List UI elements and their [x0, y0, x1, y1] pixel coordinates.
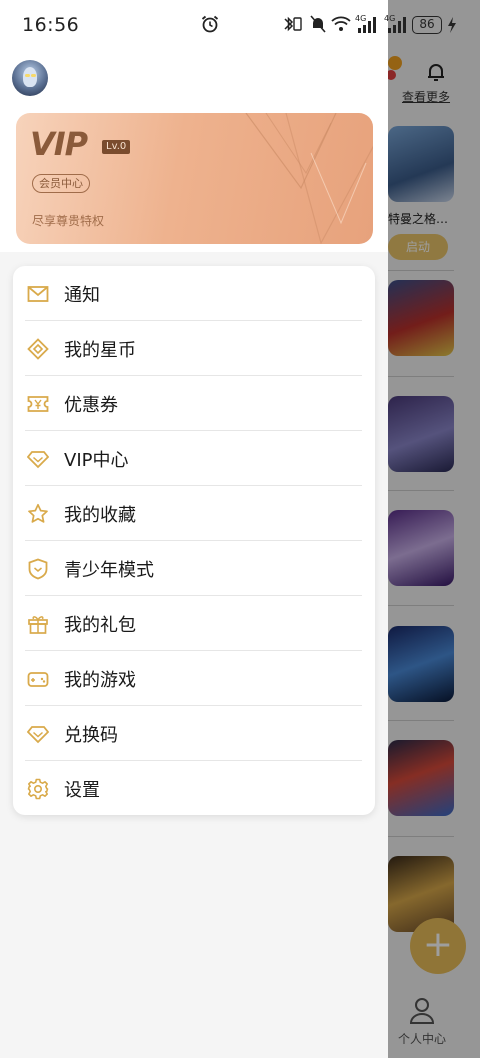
- menu-item-favorites[interactable]: 我的收藏: [13, 486, 375, 541]
- menu-item-label: 我的游戏: [64, 669, 136, 691]
- gear-icon: [27, 778, 49, 799]
- menu-item-coupons[interactable]: 优惠券: [13, 376, 375, 431]
- mail-icon: [27, 285, 49, 302]
- gift-icon: [28, 615, 48, 634]
- menu-item-label: VIP中心: [64, 449, 129, 471]
- bluetooth-icon: [284, 16, 302, 32]
- signal-icon: [358, 17, 376, 33]
- charging-icon: [448, 17, 456, 33]
- side-drawer: VIP Lv.0 会员中心 尽享尊贵特权 通知 我的星币 优惠券 VIP中心 我…: [0, 0, 388, 1058]
- menu-item-vip-center[interactable]: VIP中心: [13, 431, 375, 486]
- coupon-icon: [27, 395, 49, 412]
- menu-item-label: 通知: [64, 284, 100, 306]
- avatar[interactable]: [12, 60, 48, 96]
- vip-card[interactable]: VIP Lv.0 会员中心 尽享尊贵特权: [16, 113, 373, 244]
- menu-item-label: 优惠券: [64, 394, 118, 416]
- member-center-button[interactable]: 会员中心: [32, 174, 90, 193]
- menu-item-label: 我的收藏: [64, 504, 136, 526]
- shield-icon: [28, 558, 48, 579]
- menu-item-settings[interactable]: 设置: [13, 761, 375, 816]
- coin-icon: [27, 337, 49, 360]
- menu-item-notifications[interactable]: 通知: [13, 266, 375, 321]
- menu-item-label: 我的礼包: [64, 614, 136, 636]
- avatar-eye: [25, 74, 30, 77]
- vip-privilege-text: 尽享尊贵特权: [32, 214, 105, 228]
- menu-item-gift-packs[interactable]: 我的礼包: [13, 596, 375, 651]
- avatar-eye: [31, 74, 36, 77]
- battery-indicator: 86: [412, 16, 442, 34]
- vip-level-badge: Lv.0: [102, 140, 131, 154]
- menu-item-label: 青少年模式: [64, 559, 154, 581]
- menu-item-label: 设置: [64, 779, 100, 801]
- mute-bell-icon: [310, 15, 326, 33]
- menu-item-my-games[interactable]: 我的游戏: [13, 651, 375, 706]
- menu-item-redeem-code[interactable]: 兑换码: [13, 706, 375, 761]
- menu-item-star-coins[interactable]: 我的星币: [13, 321, 375, 376]
- menu-item-label: 我的星币: [64, 339, 136, 361]
- vip-logo: VIP: [30, 125, 88, 163]
- signal-icon: [388, 17, 406, 33]
- gamepad-icon: [27, 671, 49, 687]
- menu-item-label: 兑换码: [64, 724, 118, 746]
- star-icon: [28, 503, 48, 523]
- avatar-face: [23, 67, 37, 87]
- vip-watermark-graphic: [245, 113, 373, 244]
- alarm-icon: [201, 15, 219, 33]
- wifi-icon: [331, 16, 351, 31]
- drawer-menu: 通知 我的星币 优惠券 VIP中心 我的收藏 青少年模式 我的礼包 我的游戏 兑…: [13, 266, 375, 815]
- diamond-icon: [27, 725, 49, 743]
- status-time: 16:56: [22, 14, 80, 36]
- diamond-icon: [27, 450, 49, 468]
- menu-item-teen-mode[interactable]: 青少年模式: [13, 541, 375, 596]
